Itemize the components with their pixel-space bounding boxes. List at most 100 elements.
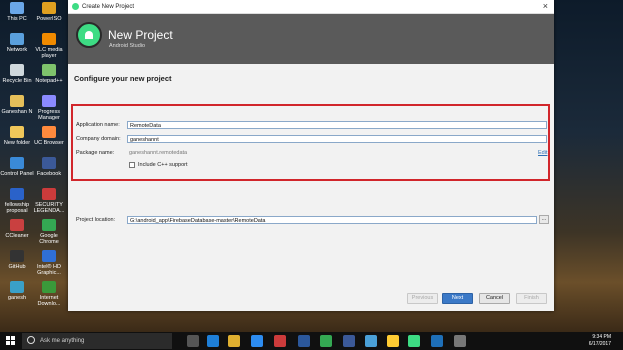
- desktop-icon[interactable]: Intel® HD Graphic...: [32, 250, 66, 276]
- app-shortcut-icon: [10, 64, 24, 76]
- app-shortcut-icon: [42, 281, 56, 293]
- company-domain-input[interactable]: ganeshannt: [127, 135, 547, 143]
- app-shortcut-icon: [10, 95, 24, 107]
- android-studio-logo-icon: [76, 22, 102, 48]
- app-shortcut-icon: [10, 157, 24, 169]
- header-subtitle: Android Studio: [109, 43, 146, 49]
- desktop-icon-label: New folder: [3, 140, 31, 146]
- desktop-icon[interactable]: PowerISO: [32, 2, 66, 22]
- cpp-support-checkbox[interactable]: [129, 162, 135, 168]
- task-view-icon[interactable]: [187, 335, 199, 347]
- desktop-icon[interactable]: GitHub: [0, 250, 34, 270]
- desktop-icon-label: CCleaner: [5, 233, 29, 239]
- edit-package-link[interactable]: Edit: [538, 150, 547, 156]
- desktop-icon[interactable]: VLC media player: [32, 33, 66, 59]
- dialog-titlebar[interactable]: Create New Project ×: [68, 0, 554, 14]
- app-icon-4[interactable]: [387, 335, 399, 347]
- cpp-support-label: Include C++ support: [138, 162, 188, 168]
- desktop-icon-label: UC Browser: [34, 140, 64, 146]
- package-name-value: ganeshannt.remotedata: [129, 150, 188, 156]
- desktop-icon-label: SECURITY LEGENDA...: [33, 202, 65, 214]
- app-shortcut-icon: [10, 219, 24, 231]
- taskbar-search[interactable]: Ask me anything: [22, 333, 172, 349]
- dialog-header: New Project Android Studio: [68, 14, 554, 64]
- desktop-icon[interactable]: Notepad++: [32, 64, 66, 84]
- company-domain-label: Company domain:: [76, 136, 121, 142]
- android-studio-icon: [72, 3, 79, 10]
- desktop-icon[interactable]: SECURITY LEGENDA...: [32, 188, 66, 214]
- desktop-icon-label: VLC media player: [35, 47, 63, 59]
- desktop-icon[interactable]: New folder: [0, 126, 34, 146]
- store-icon[interactable]: [251, 335, 263, 347]
- dialog-title: Create New Project: [82, 3, 135, 10]
- desktop-icon-label: This PC: [7, 16, 27, 22]
- desktop-icon-label: Internet Downlo...: [37, 295, 61, 307]
- desktop-icon-label: fellowship proposal: [4, 202, 30, 214]
- app-shortcut-icon: [10, 281, 24, 293]
- desktop-icon[interactable]: Facebook: [32, 157, 66, 177]
- desktop-icon-label: Recycle Bin: [2, 78, 32, 84]
- desktop-icon[interactable]: Ganeshan N: [0, 95, 34, 115]
- desktop-icon[interactable]: Google Chrome: [32, 219, 66, 245]
- finish-button[interactable]: Finish: [516, 293, 547, 304]
- header-title: New Project: [108, 28, 173, 42]
- app-shortcut-icon: [42, 33, 56, 45]
- desktop-icon-label: Google Chrome: [39, 233, 59, 245]
- app-shortcut-icon: [10, 33, 24, 45]
- previous-button[interactable]: Previous: [407, 293, 438, 304]
- taskbar: Ask me anything 9:34 PM 6/17/2017: [0, 332, 623, 350]
- desktop-icon[interactable]: Network: [0, 33, 34, 53]
- package-name-label: Package name:: [76, 150, 115, 156]
- app-shortcut-icon: [10, 250, 24, 262]
- create-project-dialog: Create New Project × New Project Android…: [68, 0, 554, 311]
- app-shortcut-icon: [42, 64, 56, 76]
- desktop-icon-label: Facebook: [36, 171, 62, 177]
- desktop-icon[interactable]: ganesh: [0, 281, 34, 301]
- project-location-input[interactable]: G:\android_app\FirebaseDatabase-master\R…: [127, 216, 537, 224]
- app-shortcut-icon: [42, 95, 56, 107]
- browse-button[interactable]: ...: [539, 215, 549, 224]
- desktop-icon-label: ganesh: [7, 295, 27, 301]
- edge-icon[interactable]: [207, 335, 219, 347]
- cancel-button[interactable]: Cancel: [479, 293, 510, 304]
- file-explorer-icon[interactable]: [228, 335, 240, 347]
- word-icon[interactable]: [298, 335, 310, 347]
- app-icon-2[interactable]: [343, 335, 355, 347]
- next-button[interactable]: Next: [442, 293, 473, 304]
- app-shortcut-icon: [42, 126, 56, 138]
- app-shortcut-icon: [42, 250, 56, 262]
- app-shortcut-icon: [42, 2, 56, 14]
- project-location-label: Project location:: [76, 217, 116, 223]
- app-shortcut-icon: [10, 188, 24, 200]
- app-name-label: Application name:: [76, 122, 120, 128]
- android-studio-taskbar-icon[interactable]: [408, 335, 420, 347]
- cortana-icon: [27, 336, 35, 345]
- desktop-icon[interactable]: CCleaner: [0, 219, 34, 239]
- close-icon[interactable]: ×: [543, 1, 548, 11]
- app-shortcut-icon: [42, 219, 56, 231]
- desktop-icon[interactable]: UC Browser: [32, 126, 66, 146]
- chrome-icon[interactable]: [320, 335, 332, 347]
- desktop-icon-label: Progress Manager: [37, 109, 60, 121]
- form-area: Application name: RemoteData Company dom…: [68, 95, 554, 285]
- app-icon-5[interactable]: [431, 335, 443, 347]
- desktop-icon[interactable]: Progress Manager: [32, 95, 66, 121]
- desktop-icon[interactable]: This PC: [0, 2, 34, 22]
- search-placeholder: Ask me anything: [40, 338, 85, 344]
- desktop-icon-label: Network: [6, 47, 28, 53]
- app-icon-3[interactable]: [365, 335, 377, 347]
- desktop-icon[interactable]: Internet Downlo...: [32, 281, 66, 307]
- desktop-icon-label: PowerISO: [36, 16, 62, 22]
- app-shortcut-icon: [10, 2, 24, 14]
- app-name-input[interactable]: RemoteData: [127, 121, 547, 129]
- date: 6/17/2017: [588, 341, 611, 347]
- app-icon-6[interactable]: [454, 335, 466, 347]
- desktop-icon[interactable]: Control Panel: [0, 157, 34, 177]
- desktop-icon[interactable]: Recycle Bin: [0, 64, 34, 84]
- clock[interactable]: 9:34 PM 6/17/2017: [589, 334, 611, 348]
- app-icon[interactable]: [274, 335, 286, 347]
- time: 9:34 PM: [592, 334, 611, 340]
- app-shortcut-icon: [42, 157, 56, 169]
- desktop-icon[interactable]: fellowship proposal: [0, 188, 34, 214]
- windows-start-icon[interactable]: [6, 336, 15, 345]
